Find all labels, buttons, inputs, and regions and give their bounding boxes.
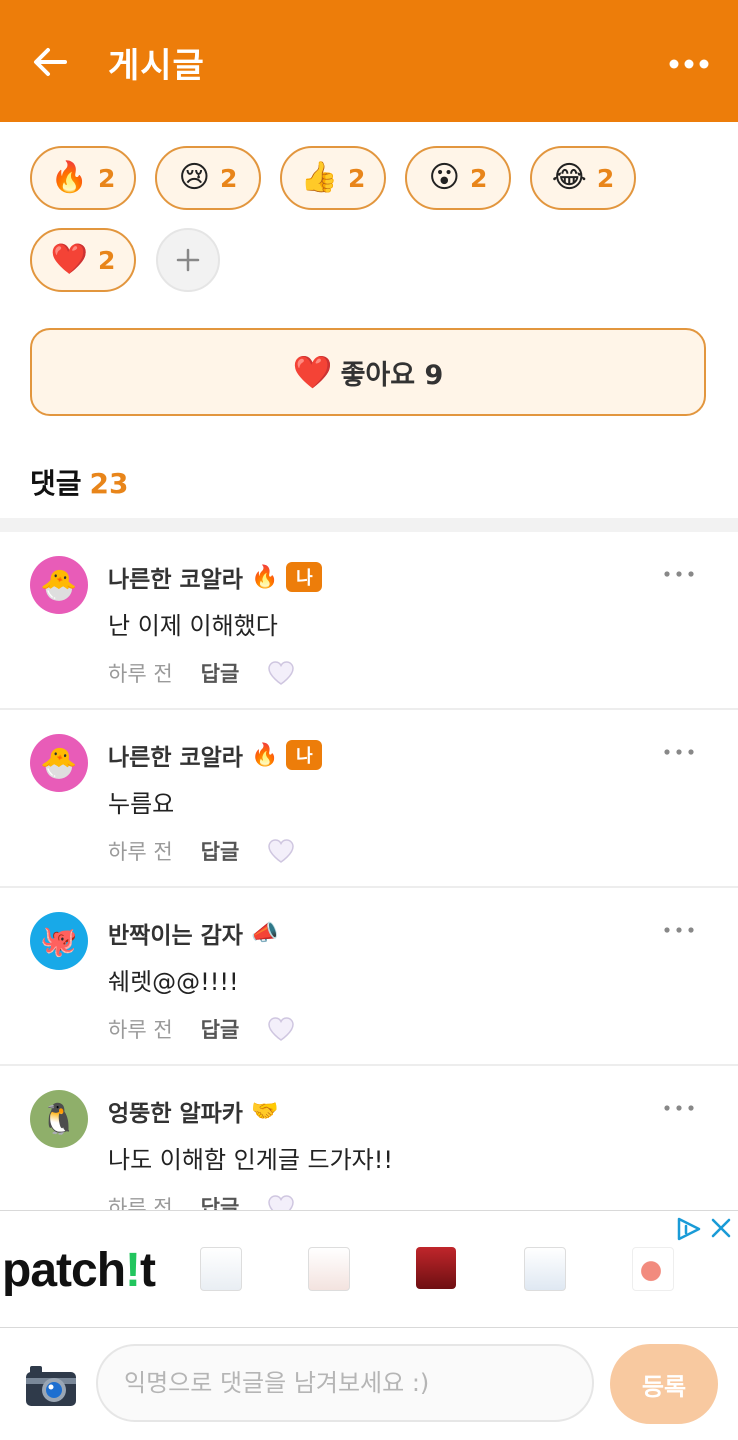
surprised-face-emoji: 😮: [428, 160, 460, 195]
author-name: 나른한 코알라: [108, 745, 243, 771]
avatar[interactable]: 🐧: [30, 1090, 88, 1148]
page-title: 게시글: [108, 46, 205, 86]
author-name: 나른한 코알라: [108, 567, 243, 593]
comment-time: 하루 전: [108, 662, 173, 686]
reply-button[interactable]: 답글: [201, 836, 240, 866]
megaphone-badge-icon: 📣: [250, 920, 279, 946]
fire-badge-icon: 🔥: [250, 564, 279, 590]
me-badge: 나: [286, 740, 323, 770]
ad-product-image[interactable]: [632, 1247, 674, 1291]
more-horizontal-icon: [664, 571, 694, 577]
comment-more-button[interactable]: [662, 1098, 696, 1118]
ad-product-image[interactable]: [524, 1247, 566, 1291]
reaction-count: 2: [347, 163, 366, 193]
back-button[interactable]: [30, 40, 70, 84]
app-header: 게시글: [0, 0, 738, 122]
comment-text: 난 이제 이해했다: [108, 612, 278, 640]
section-divider: [0, 518, 738, 532]
comment-author: 엉뚱한 알파카 🤝: [108, 1094, 278, 1128]
ad-product-image[interactable]: [308, 1247, 350, 1291]
more-horizontal-icon: [664, 927, 694, 933]
reaction-chip-heart[interactable]: ❤️ 2: [30, 228, 136, 292]
ad-banner[interactable]: patch!t: [0, 1210, 738, 1328]
avatar[interactable]: 🐣: [30, 734, 88, 792]
reaction-count: 2: [97, 245, 116, 275]
heart-outline-icon[interactable]: [267, 838, 295, 864]
comment-more-button[interactable]: [662, 920, 696, 940]
more-horizontal-icon: [664, 749, 694, 755]
heart-emoji: ❤️: [292, 353, 333, 391]
more-horizontal-icon: [664, 1105, 694, 1111]
reaction-count: 2: [219, 163, 238, 193]
fire-badge-icon: 🔥: [250, 742, 279, 768]
more-horizontal-icon: [669, 59, 709, 69]
author-name: 엉뚱한 알파카: [108, 1101, 243, 1127]
ad-choices-icon[interactable]: [676, 1217, 702, 1241]
reply-button[interactable]: 답글: [201, 1014, 240, 1044]
me-badge: 나: [286, 562, 323, 592]
reaction-chip-surprised[interactable]: 😮 2: [405, 146, 511, 210]
close-icon[interactable]: [710, 1217, 732, 1239]
comment-item: 🐙 반짝이는 감자 📣 쉐렛@@!!!! 하루 전 답글: [0, 890, 738, 1066]
laughing-face-emoji: 😂: [551, 160, 587, 195]
ad-brand-logo: patch!t: [2, 1244, 156, 1297]
avatar[interactable]: 🐣: [30, 556, 88, 614]
arrow-left-icon: [34, 48, 67, 76]
ad-product-image[interactable]: [416, 1247, 456, 1289]
reaction-chip-thumbs-up[interactable]: 👍 2: [280, 146, 386, 210]
reaction-count: 2: [596, 163, 615, 193]
reaction-chip-laughing[interactable]: 😂 2: [530, 146, 636, 210]
reply-button[interactable]: 답글: [201, 658, 240, 688]
comment-meta: 하루 전 답글: [108, 836, 295, 866]
author-name: 반짝이는 감자: [108, 923, 243, 949]
like-button[interactable]: ❤️ 좋아요 9: [30, 328, 706, 416]
heart-outline-icon[interactable]: [267, 1016, 295, 1042]
reaction-chip-crying[interactable]: 😢 2: [155, 146, 261, 210]
comments-heading: 댓글 23: [30, 462, 129, 502]
comment-item: 🐣 나른한 코알라 🔥 나 누름요 하루 전 답글: [0, 712, 738, 888]
comment-input[interactable]: [96, 1344, 594, 1422]
heart-outline-icon[interactable]: [267, 660, 295, 686]
comment-author: 반짝이는 감자 📣: [108, 916, 278, 950]
plus-icon: [176, 248, 200, 272]
comment-text: 쉐렛@@!!!!: [108, 968, 239, 996]
thumbs-up-emoji: 👍: [300, 160, 338, 195]
comment-more-button[interactable]: [662, 564, 696, 584]
comment-text: 누름요: [108, 790, 175, 818]
reaction-count: 2: [97, 163, 116, 193]
comment-more-button[interactable]: [662, 742, 696, 762]
reaction-chip-fire[interactable]: 🔥 2: [30, 146, 136, 210]
comment-time: 하루 전: [108, 1018, 173, 1042]
crying-face-emoji: 😢: [178, 160, 210, 195]
comments-label: 댓글: [30, 467, 82, 500]
comment-composer: 등록: [0, 1328, 738, 1440]
comment-meta: 하루 전 답글: [108, 1014, 295, 1044]
heart-emoji: ❤️: [50, 242, 88, 277]
more-options-button[interactable]: [666, 48, 712, 80]
comment-time: 하루 전: [108, 840, 173, 864]
comment-text: 나도 이해함 인게글 드가자!!: [108, 1146, 394, 1174]
camera-icon[interactable]: [24, 1364, 78, 1408]
ad-product-image[interactable]: [200, 1247, 242, 1291]
comment-author: 나른한 코알라 🔥 나: [108, 738, 323, 772]
comments-count: 23: [89, 467, 129, 500]
comment-meta: 하루 전 답글: [108, 658, 295, 688]
submit-button[interactable]: 등록: [610, 1344, 718, 1424]
like-label: 좋아요 9: [340, 359, 444, 391]
reaction-count: 2: [469, 163, 488, 193]
handshake-badge-icon: 🤝: [250, 1098, 279, 1124]
avatar[interactable]: 🐙: [30, 912, 88, 970]
fire-emoji: 🔥: [50, 160, 88, 195]
comment-item: 🐣 나른한 코알라 🔥 나 난 이제 이해했다 하루 전 답글: [0, 534, 738, 710]
comment-author: 나른한 코알라 🔥 나: [108, 560, 323, 594]
add-reaction-button[interactable]: [156, 228, 220, 292]
